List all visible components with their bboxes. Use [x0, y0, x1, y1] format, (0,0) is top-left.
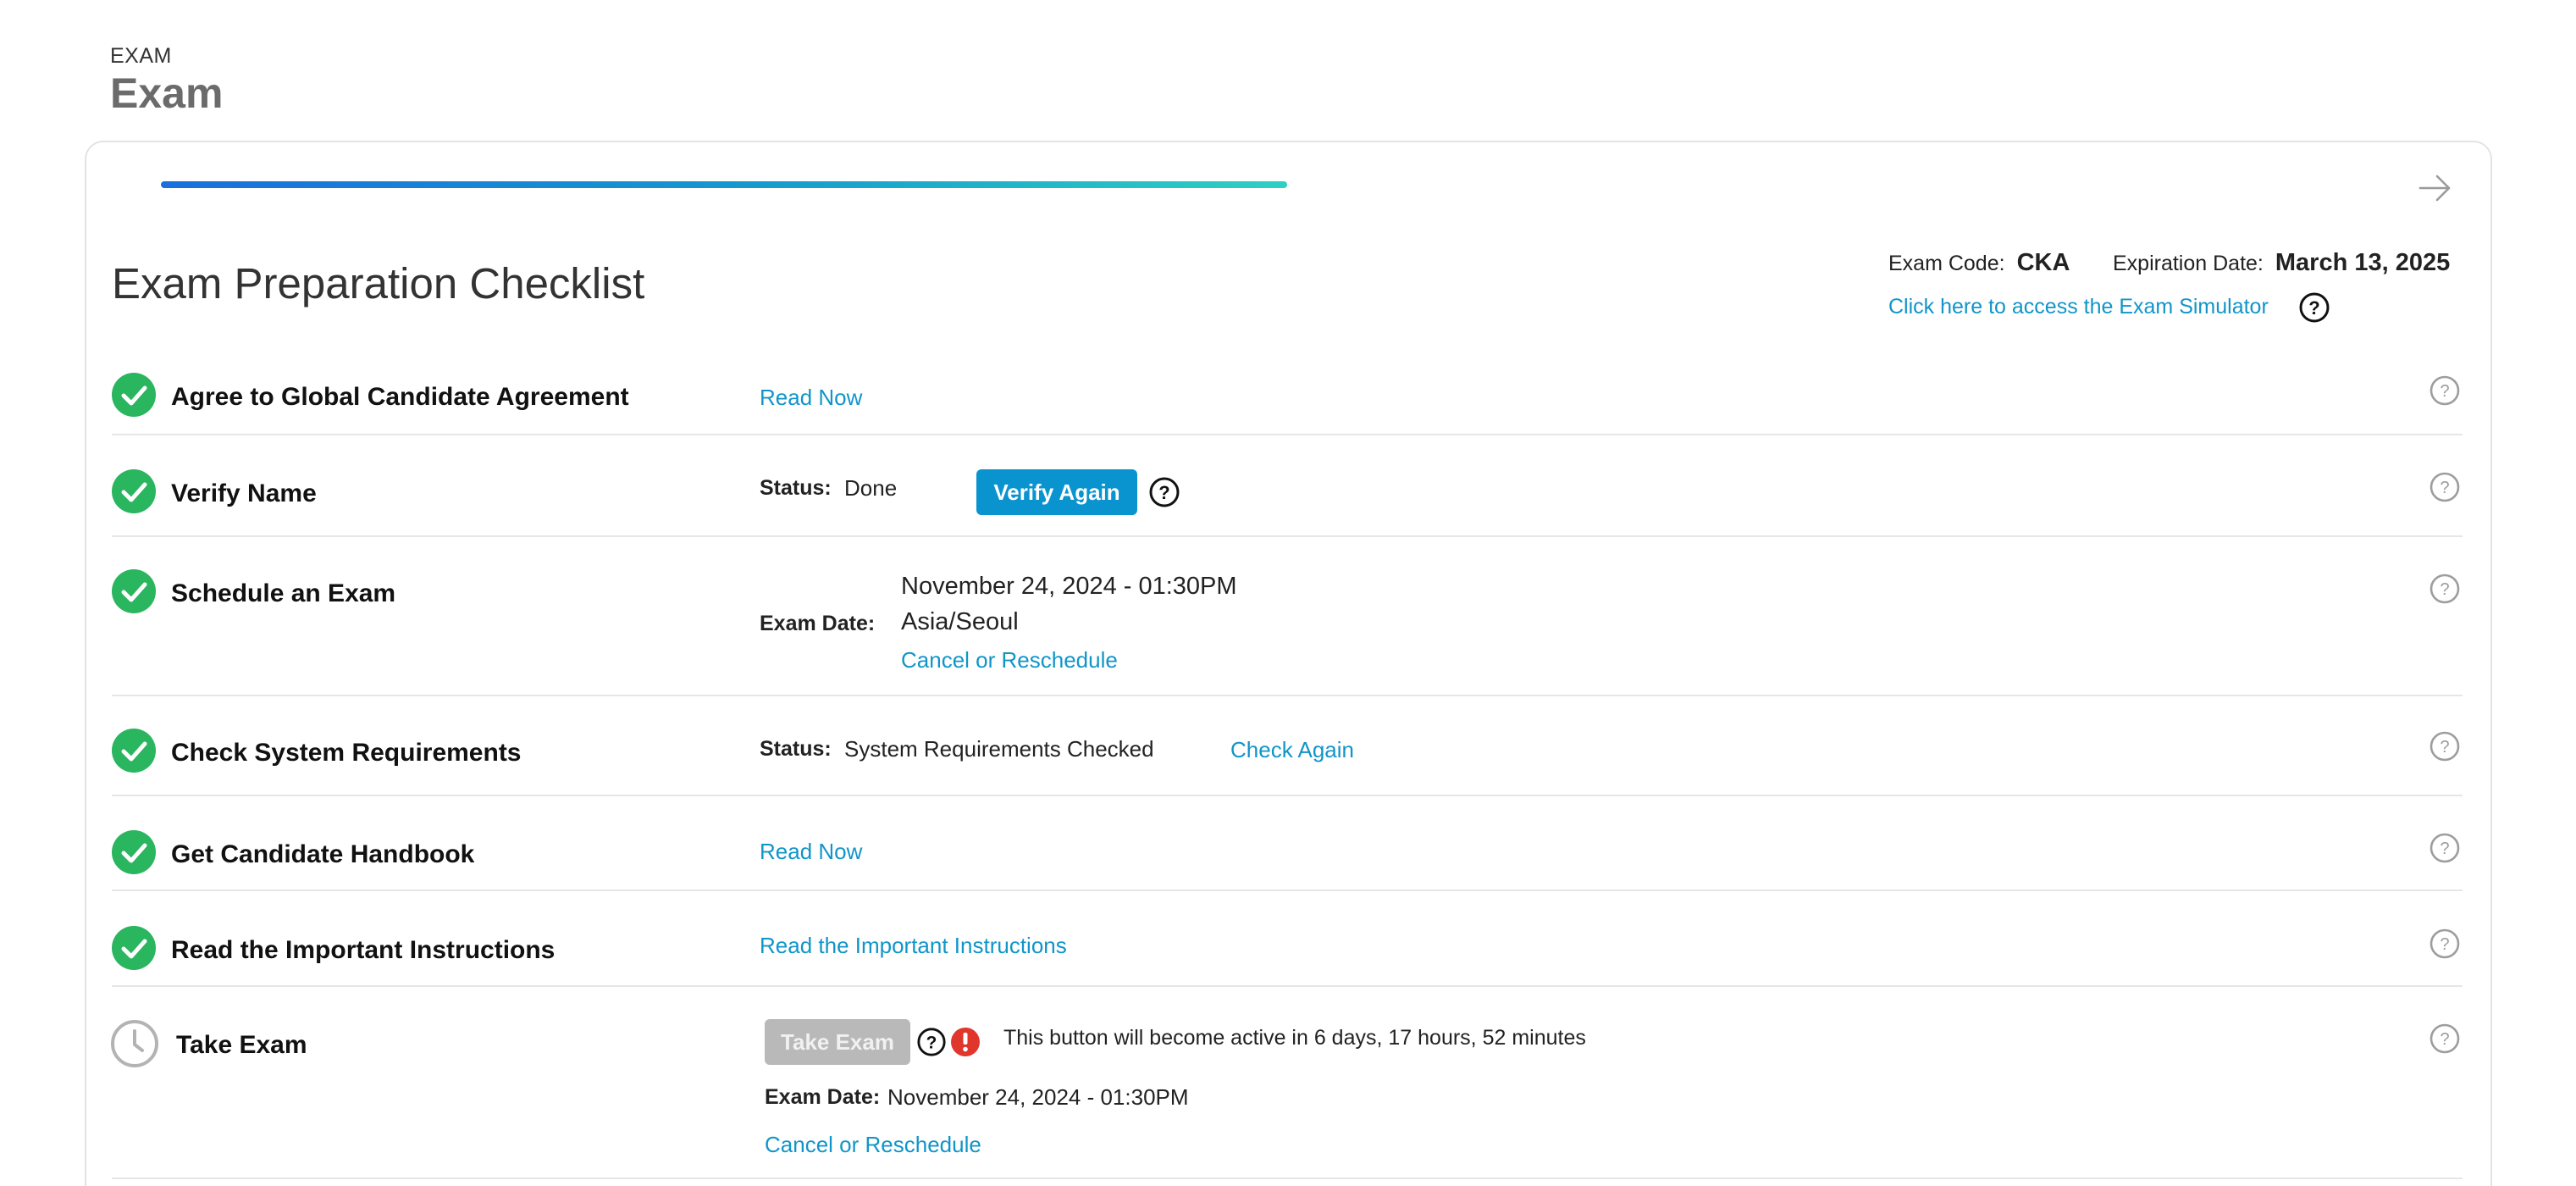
- read-now-link[interactable]: Read Now: [760, 385, 862, 411]
- svg-text:?: ?: [2440, 382, 2449, 401]
- expiration-label: Expiration Date:: [2113, 252, 2264, 275]
- task-label: Schedule an Exam: [171, 579, 396, 607]
- read-now-link[interactable]: Read Now: [760, 839, 862, 865]
- task-row-verify-name: Verify Name Status: Done Verify Again ? …: [112, 469, 2463, 520]
- svg-text:?: ?: [2440, 738, 2449, 756]
- check-circle-icon: [112, 469, 156, 513]
- svg-text:?: ?: [2440, 840, 2449, 858]
- task-row-instructions: Read the Important Instructions Read the…: [112, 926, 2463, 977]
- activation-notice: This button will become active in 6 days…: [1003, 1026, 1586, 1050]
- task-row-schedule: Schedule an Exam Exam Date: November 24,…: [112, 569, 2463, 679]
- warning-icon: [951, 1028, 980, 1056]
- divider: [112, 695, 2463, 696]
- task-label: Take Exam: [176, 1031, 307, 1059]
- clock-icon: [111, 1020, 158, 1067]
- task-label: Get Candidate Handbook: [171, 840, 475, 868]
- svg-text:?: ?: [2440, 1030, 2449, 1049]
- exam-date-value: November 24, 2024 - 01:30PM: [901, 573, 1237, 600]
- divider: [112, 985, 2463, 987]
- svg-text:?: ?: [2308, 297, 2319, 319]
- divider: [112, 890, 2463, 891]
- svg-text:?: ?: [926, 1034, 937, 1053]
- task-row-handbook: Get Candidate Handbook Read Now ?: [112, 830, 2463, 881]
- help-icon[interactable]: ?: [1148, 476, 1180, 508]
- help-icon[interactable]: ?: [2429, 730, 2461, 762]
- svg-text:?: ?: [2440, 580, 2449, 599]
- arrow-right-icon[interactable]: [2417, 169, 2454, 207]
- check-again-link[interactable]: Check Again: [1230, 737, 1354, 763]
- page-header: EXAM Exam: [110, 44, 223, 114]
- check-circle-icon: [112, 830, 156, 874]
- help-icon[interactable]: ?: [916, 1027, 947, 1057]
- check-circle-icon: [112, 569, 156, 613]
- task-label: Check System Requirements: [171, 739, 522, 767]
- exam-timezone: Asia/Seoul: [901, 608, 1019, 635]
- exam-code-label: Exam Code:: [1888, 252, 2005, 275]
- page-title: Exam: [110, 69, 224, 117]
- divider: [112, 434, 2463, 435]
- verify-again-button[interactable]: Verify Again: [976, 469, 1137, 515]
- status-value: Done: [844, 475, 898, 501]
- exam-date-label: Exam Date:: [760, 612, 876, 635]
- help-icon[interactable]: ?: [2298, 291, 2330, 324]
- help-icon[interactable]: ?: [2429, 928, 2461, 960]
- expiration-value: March 13, 2025: [2275, 249, 2451, 276]
- check-circle-icon: [112, 729, 156, 773]
- important-instructions-link[interactable]: Read the Important Instructions: [760, 933, 1067, 959]
- help-icon[interactable]: ?: [2429, 1023, 2461, 1055]
- help-icon[interactable]: ?: [2429, 573, 2461, 605]
- check-circle-icon: [112, 373, 156, 417]
- task-label: Agree to Global Candidate Agreement: [171, 383, 629, 411]
- svg-text:?: ?: [2440, 935, 2449, 954]
- progress-bar: [161, 181, 1287, 188]
- exam-code: Exam Code: CKA: [1888, 249, 2070, 277]
- svg-text:?: ?: [1158, 482, 1169, 503]
- exam-code-value: CKA: [2016, 249, 2070, 276]
- divider: [112, 1178, 2463, 1179]
- help-icon[interactable]: ?: [2429, 832, 2461, 864]
- task-row-take-exam: Take Exam Take Exam ? This button will b…: [111, 1019, 2463, 1163]
- status-label: Status:: [760, 737, 832, 761]
- cancel-reschedule-link[interactable]: Cancel or Reschedule: [901, 647, 1118, 673]
- take-exam-button[interactable]: Take Exam: [765, 1019, 910, 1065]
- expiration-date: Expiration Date: March 13, 2025: [2113, 249, 2450, 277]
- divider: [112, 535, 2463, 537]
- task-label: Verify Name: [171, 479, 317, 507]
- task-row-system-requirements: Check System Requirements Status: System…: [112, 729, 2463, 779]
- exam-date-label: Exam Date:: [765, 1085, 881, 1109]
- help-icon[interactable]: ?: [2429, 471, 2461, 503]
- status-label: Status:: [760, 476, 832, 500]
- divider: [112, 795, 2463, 796]
- exam-date-value: November 24, 2024 - 01:30PM: [887, 1084, 1189, 1110]
- check-circle-icon: [112, 926, 156, 970]
- page-eyebrow: EXAM: [110, 44, 172, 68]
- status-value: System Requirements Checked: [844, 736, 1154, 762]
- task-row-agreement: Agree to Global Candidate Agreement Read…: [112, 373, 2463, 424]
- help-icon[interactable]: ?: [2429, 374, 2461, 407]
- task-label: Read the Important Instructions: [171, 936, 556, 964]
- svg-text:?: ?: [2440, 479, 2449, 497]
- cancel-reschedule-link[interactable]: Cancel or Reschedule: [765, 1132, 981, 1158]
- exam-simulator-link[interactable]: Click here to access the Exam Simulator: [1888, 295, 2269, 319]
- checklist-title: Exam Preparation Checklist: [112, 259, 645, 308]
